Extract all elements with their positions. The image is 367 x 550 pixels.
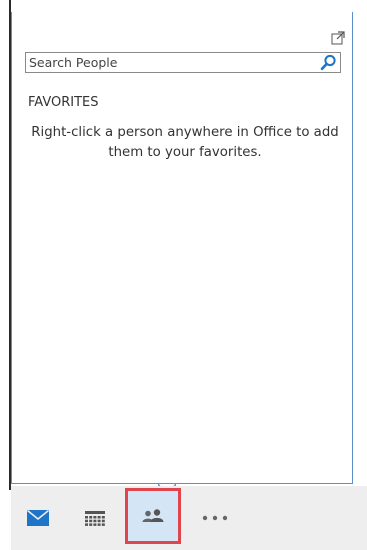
people-icon [142, 509, 164, 522]
favorites-heading: FAVORITES [28, 95, 99, 110]
people-peek-panel: FAVORITES Right-click a person anywhere … [11, 12, 353, 497]
people-peek-window: FAVORITES Right-click a person anywhere … [0, 0, 367, 550]
nav-mail-button[interactable] [17, 498, 59, 538]
calendar-icon [85, 510, 105, 526]
ellipsis-icon [202, 515, 228, 521]
search-people-box[interactable] [25, 52, 341, 73]
nav-calendar-button[interactable] [74, 498, 116, 538]
navigation-bar [11, 486, 367, 550]
nav-more-button[interactable] [193, 498, 237, 538]
popout-icon[interactable] [331, 31, 345, 45]
nav-people-button[interactable] [125, 488, 181, 544]
favorites-empty-hint: Right-click a person anywhere in Office … [31, 125, 339, 160]
search-people-input[interactable] [26, 53, 319, 72]
search-icon[interactable] [320, 54, 337, 71]
envelope-icon [27, 510, 49, 526]
